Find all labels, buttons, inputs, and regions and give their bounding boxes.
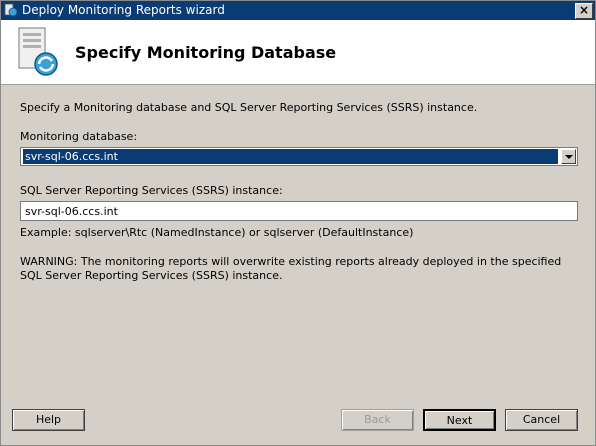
window-title: Deploy Monitoring Reports wizard <box>22 3 225 17</box>
monitoring-db-select[interactable]: svr-sql-06.ccs.int <box>20 147 578 166</box>
wizard-window: Deploy Monitoring Reports wizard × Speci… <box>0 0 596 446</box>
wizard-app-icon <box>4 3 18 17</box>
help-button[interactable]: Help <box>12 409 85 431</box>
monitoring-db-label: Monitoring database: <box>20 130 138 143</box>
server-deploy-icon <box>18 27 58 76</box>
back-button[interactable]: Back <box>341 409 414 431</box>
close-button[interactable]: × <box>575 3 593 19</box>
intro-text: Specify a Monitoring database and SQL Se… <box>20 101 478 114</box>
wizard-header: Specify Monitoring Database <box>1 20 595 85</box>
warning-text: WARNING: The monitoring reports will ove… <box>20 255 562 282</box>
ssrs-instance-input[interactable] <box>20 201 578 221</box>
monitoring-db-selected-value: svr-sql-06.ccs.int <box>23 149 558 164</box>
next-button[interactable]: Next <box>423 409 496 431</box>
page-title: Specify Monitoring Database <box>75 43 337 62</box>
dropdown-arrow-icon[interactable] <box>561 149 576 164</box>
title-bar[interactable]: Deploy Monitoring Reports wizard × <box>1 1 595 20</box>
ssrs-instance-label: SQL Server Reporting Services (SSRS) ins… <box>20 184 283 197</box>
example-text: Example: sqlserver\Rtc (NamedInstance) o… <box>20 226 414 239</box>
cancel-button[interactable]: Cancel <box>505 409 578 431</box>
